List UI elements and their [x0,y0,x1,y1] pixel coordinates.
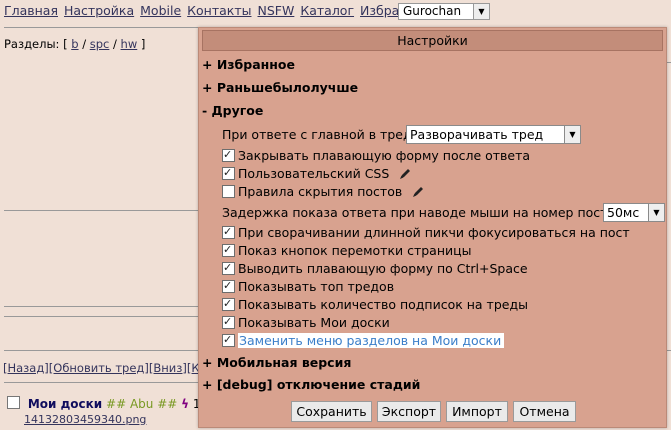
cancel-button[interactable]: Отмена [513,401,576,422]
option-hide-rules[interactable]: Правила скрытия постов [222,183,425,200]
chevron-down-icon: ▼ [473,4,489,19]
post-author: ## Abu ## [106,397,178,411]
bracket: ] [137,37,146,51]
option-subs-count[interactable]: Показывать количество подписок на треды [222,295,528,313]
nav-link-nsfw[interactable]: NSFW [258,3,295,18]
board-link-spc[interactable]: spc [90,37,110,51]
hover-delay-value: 50мс [607,205,640,220]
down-link[interactable]: [Вниз] [149,361,187,375]
section-debug[interactable]: + [debug] отключение стадий [202,377,420,392]
refresh-thread-link[interactable]: [Обновить тред] [49,361,149,375]
post-header: Мои доски ## Abu ## ϟ 14/ [7,396,212,411]
section-legacy[interactable]: + Раньшебылолучше [202,80,358,95]
reply-mode-label: При ответе с главной в тред [222,127,412,142]
top-navigation: Главная Настройка Mobile Контакты NSFW Катало… [4,3,437,18]
boards-label: Разделы: [ [4,37,68,51]
divider [4,350,199,351]
lightning-icon: ϟ [181,397,190,411]
style-select[interactable]: Gurochan ▼ [398,3,490,20]
post-file: 14132803459340.png [24,413,146,426]
option-label: Показ кнопок перемотки страницы [238,243,472,258]
post-title: Мои доски [27,397,103,411]
chevron-down-icon: ▼ [648,204,664,221]
pencil-icon[interactable] [399,167,412,180]
separator: / [109,37,121,51]
reply-mode-value: Разворачивать тред [410,127,544,142]
option-label: При сворачивании длинной пикчи фокусиров… [238,225,630,240]
ctrl-space-checkbox[interactable] [222,259,235,276]
divider [4,210,199,211]
hover-delay-select[interactable]: 50мс ▼ [603,203,665,222]
option-label: Показывать количество подписок на треды [238,297,528,312]
custom-css-checkbox[interactable] [222,164,235,181]
chevron-down-icon: ▼ [564,126,580,143]
divider [667,350,671,351]
scroll-buttons-checkbox[interactable] [222,241,235,258]
section-mobile[interactable]: + Мобильная версия [202,355,351,370]
nav-link-catalog[interactable]: Каталог [300,3,354,18]
thread-navigation: [Назад][Обновить тред][Вниз][Ката [3,361,220,375]
option-replace-menu[interactable]: Заменить меню разделов на Мои доски [222,331,505,349]
hover-delay-row: Задержка показа ответа при наводе мыши н… [222,204,615,221]
option-label: Заменить меню разделов на Мои доски [238,333,505,348]
option-ctrl-space[interactable]: Выводить плавающую форму по Ctrl+Space [222,259,528,277]
reply-mode-select[interactable]: Разворачивать тред ▼ [406,125,581,144]
settings-title: Настройки [202,30,663,51]
option-label: Показывать топ тредов [238,279,395,294]
export-button[interactable]: Экспорт [377,401,441,422]
pencil-icon[interactable] [412,185,425,198]
hover-delay-label: Задержка показа ответа при наводе мыши н… [222,205,616,220]
option-label: Пользовательский CSS [238,166,390,181]
option-scroll-buttons[interactable]: Показ кнопок перемотки страницы [222,241,472,259]
option-close-form[interactable]: Закрывать плавающую форму после ответа [222,146,531,164]
close-form-checkbox[interactable] [222,146,235,163]
option-label: Правила скрытия постов [238,184,403,199]
settings-panel: Настройки + Избранное + Раньшебылолучше … [198,27,667,428]
option-focus[interactable]: При сворачивании длинной пикчи фокусиров… [222,223,630,241]
divider [4,382,199,383]
hide-rules-checkbox[interactable] [222,185,235,198]
my-boards-checkbox[interactable] [222,313,235,330]
divider [667,62,671,63]
separator: / [78,37,90,51]
nav-link-contacts[interactable]: Контакты [187,3,251,18]
post-checkbox[interactable] [7,396,20,409]
option-label: Закрывать плавающую форму после ответа [238,148,531,163]
section-other[interactable]: - Другое [202,103,263,118]
section-favorites[interactable]: + Избранное [202,57,295,72]
option-top-threads[interactable]: Показывать топ тредов [222,277,395,295]
nav-link-mobile[interactable]: Mobile [140,3,181,18]
nav-link-home[interactable]: Главная [4,3,58,18]
boards-list: Разделы: [ b / spc / hw ] [4,37,145,51]
post-file-link[interactable]: 14132803459340.png [24,413,146,426]
style-select-value: Gurochan [403,4,462,18]
board-link-hw[interactable]: hw [121,37,138,51]
focus-checkbox[interactable] [222,223,235,240]
option-custom-css[interactable]: Пользовательский CSS [222,164,412,182]
option-my-boards[interactable]: Показывать Мои доски [222,313,390,331]
back-link[interactable]: [Назад] [3,361,49,375]
option-label: Показывать Мои доски [238,315,390,330]
reply-mode-row: При ответе с главной в тред [222,126,412,143]
board-link-b[interactable]: b [71,37,78,51]
replace-menu-checkbox[interactable] [222,331,235,348]
divider [4,316,199,317]
import-button[interactable]: Импорт [446,401,508,422]
subs-count-checkbox[interactable] [222,295,235,312]
option-label: Выводить плавающую форму по Ctrl+Space [238,261,528,276]
divider [4,306,199,307]
nav-link-settings[interactable]: Настройка [64,3,134,18]
divider [4,27,199,28]
top-threads-checkbox[interactable] [222,277,235,294]
save-button[interactable]: Сохранить [291,401,372,422]
